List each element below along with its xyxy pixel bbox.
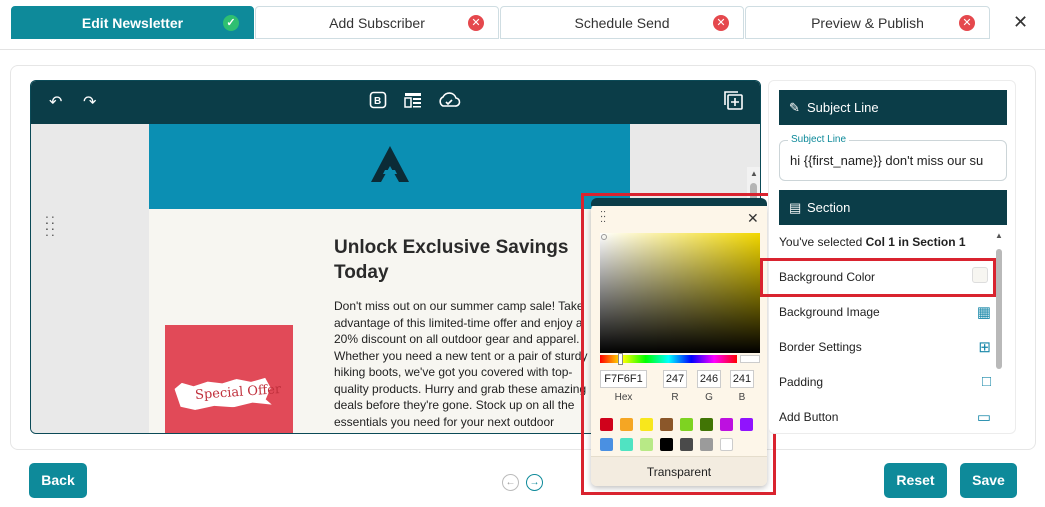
settings-panel: ✎ Subject Line Subject Line hi {{first_na… [768, 80, 1016, 434]
error-icon: ✕ [959, 15, 975, 31]
row-label: Border Settings [779, 340, 862, 354]
tab-schedule-send[interactable]: Schedule Send ✕ [500, 6, 744, 39]
drag-handle-icon[interactable]: :::::: [45, 212, 57, 238]
editor-toolbar: ↶ ↷ B [31, 81, 760, 124]
padding-row[interactable]: Padding □ [779, 373, 991, 390]
tab-edit-newsletter[interactable]: Edit Newsletter ✓ [11, 6, 254, 39]
tab-label: Schedule Send [574, 14, 670, 31]
error-icon: ✕ [713, 15, 729, 31]
email-body[interactable]: Unlock Exclusive Savings Today Don't mis… [149, 209, 630, 433]
border-settings-row[interactable]: Border Settings ⊞ [779, 339, 991, 356]
tab-label: Add Subscriber [329, 14, 425, 31]
prev-page-icon[interactable]: ← [502, 474, 519, 491]
email-header[interactable] [149, 124, 630, 209]
next-page-icon[interactable]: → [526, 474, 543, 491]
scroll-up-icon[interactable]: ▲ [750, 169, 758, 178]
image-icon: ▦ [976, 304, 991, 321]
check-icon: ✓ [223, 15, 239, 31]
error-icon: ✕ [468, 15, 484, 31]
subject-field-label: Subject Line [788, 134, 850, 145]
panel-scrollbar[interactable]: ▲ [995, 231, 1003, 431]
reset-button[interactable]: Reset [884, 463, 947, 498]
layout-icon[interactable] [404, 91, 422, 114]
scroll-thumb[interactable] [996, 249, 1002, 369]
row-label: Background Image [779, 305, 880, 319]
tab-add-subscriber[interactable]: Add Subscriber ✕ [255, 6, 499, 39]
selected-target: Col 1 in Section 1 [865, 235, 966, 249]
back-button[interactable]: Back [29, 463, 87, 498]
subject-header-label: Subject Line [807, 100, 879, 115]
add-button-row[interactable]: Add Button ▭ [779, 409, 991, 426]
tab-preview-publish[interactable]: Preview & Publish ✕ [745, 6, 990, 39]
border-icon: ⊞ [978, 339, 991, 356]
scroll-up-icon[interactable]: ▲ [995, 231, 1003, 240]
row-label: Padding [779, 375, 824, 389]
email-heading[interactable]: Unlock Exclusive Savings Today [334, 235, 594, 285]
tab-label: Preview & Publish [811, 14, 924, 31]
highlight-background-color [760, 258, 996, 297]
row-label: Add Button [779, 410, 839, 424]
pencil-icon: ✎ [789, 100, 800, 115]
svg-text:B: B [374, 96, 381, 107]
section-header[interactable]: ▤ Section [779, 190, 1007, 225]
subject-line-input[interactable]: Subject Line hi {{first_name}} don't mis… [779, 134, 1007, 181]
tab-label: Edit Newsletter [81, 14, 184, 31]
tab-bar: Edit Newsletter ✓ Add Subscriber ✕ Schedul… [0, 0, 1045, 50]
save-button[interactable]: Save [960, 463, 1017, 498]
undo-icon[interactable]: ↶ [49, 92, 62, 112]
selection-info: You've selected Col 1 in Section 1 [779, 235, 991, 249]
email-paragraph[interactable]: Don't miss out on our summer camp sale! … [334, 298, 604, 430]
highlight-picker [581, 193, 776, 495]
section-header-label: Section [807, 200, 851, 215]
brand-icon[interactable]: B [369, 91, 387, 114]
redo-icon[interactable]: ↷ [83, 92, 96, 112]
subject-field-value: hi {{first_name}} don't miss our su [790, 153, 984, 168]
close-icon[interactable]: ✕ [1013, 12, 1028, 33]
background-image-row[interactable]: Background Image ▦ [779, 304, 991, 321]
selected-prefix: You've selected [779, 235, 866, 249]
subject-line-header[interactable]: ✎ Subject Line [779, 90, 1007, 125]
section-icon: ▤ [789, 200, 802, 215]
cloud-save-icon[interactable] [437, 91, 461, 114]
add-block-icon[interactable] [724, 91, 744, 116]
button-icon: ▭ [976, 409, 991, 426]
brand-logo [371, 146, 409, 182]
padding-icon: □ [981, 373, 991, 390]
special-offer-image[interactable]: Special Offer [165, 325, 293, 433]
